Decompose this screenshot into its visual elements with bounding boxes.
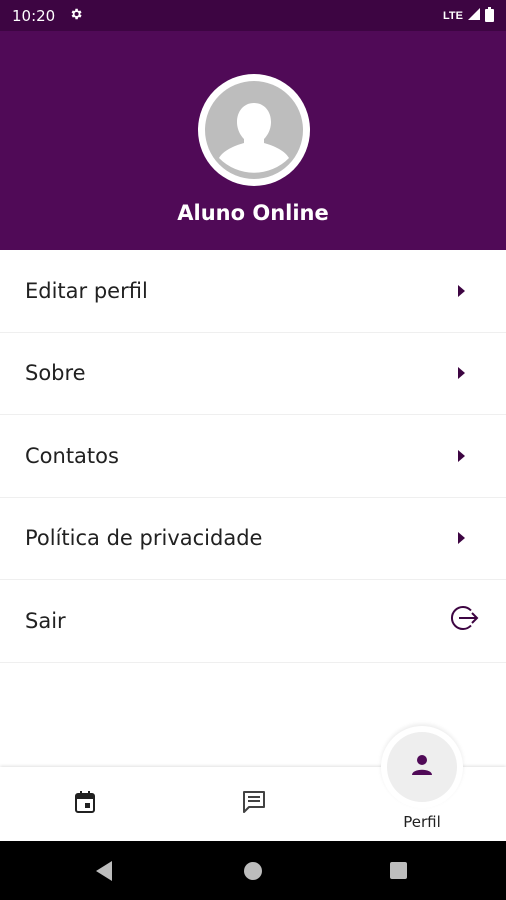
signal-icon (467, 7, 481, 24)
system-navigation-bar (0, 841, 506, 900)
chevron-right-icon (458, 284, 465, 297)
chevron-right-icon (458, 449, 465, 462)
avatar-placeholder-icon (205, 81, 303, 179)
settings-gear-icon (69, 7, 83, 25)
menu-item-privacy-policy[interactable]: Política de privacidade (0, 498, 506, 580)
network-type: LTE (443, 9, 463, 22)
calendar-icon (73, 790, 97, 819)
chat-icon (241, 789, 267, 820)
menu-item-label: Contatos (25, 443, 119, 468)
status-bar: 10:20 LTE (0, 0, 506, 31)
user-name: Aluno Online (177, 201, 329, 225)
menu-item-logout[interactable]: Sair (0, 580, 506, 663)
back-icon[interactable] (96, 861, 112, 881)
nav-calendar[interactable] (60, 767, 110, 841)
chevron-right-icon (458, 367, 465, 380)
battery-icon (485, 6, 494, 25)
menu-item-contacts[interactable]: Contatos (0, 415, 506, 498)
home-icon[interactable] (244, 862, 262, 880)
menu-item-about[interactable]: Sobre (0, 333, 506, 415)
profile-header: Aluno Online (0, 31, 506, 250)
nav-profile-circle (387, 732, 457, 802)
person-icon (411, 754, 433, 781)
status-time: 10:20 (12, 6, 56, 25)
profile-menu: Editar perfil Sobre Contatos Política de… (0, 250, 506, 663)
nav-messages[interactable] (229, 767, 279, 841)
menu-item-label: Sair (25, 608, 66, 633)
menu-item-label: Sobre (25, 361, 86, 386)
status-indicators: LTE (443, 6, 494, 25)
avatar[interactable] (198, 74, 310, 186)
recent-apps-icon[interactable] (390, 862, 407, 879)
menu-item-label: Editar perfil (25, 278, 148, 303)
nav-profile-label: Perfil (403, 813, 441, 831)
menu-item-label: Política de privacidade (25, 526, 263, 551)
nav-profile[interactable] (381, 726, 463, 808)
logout-icon (449, 603, 479, 638)
menu-item-edit-profile[interactable]: Editar perfil (0, 250, 506, 333)
chevron-right-icon (458, 532, 465, 545)
